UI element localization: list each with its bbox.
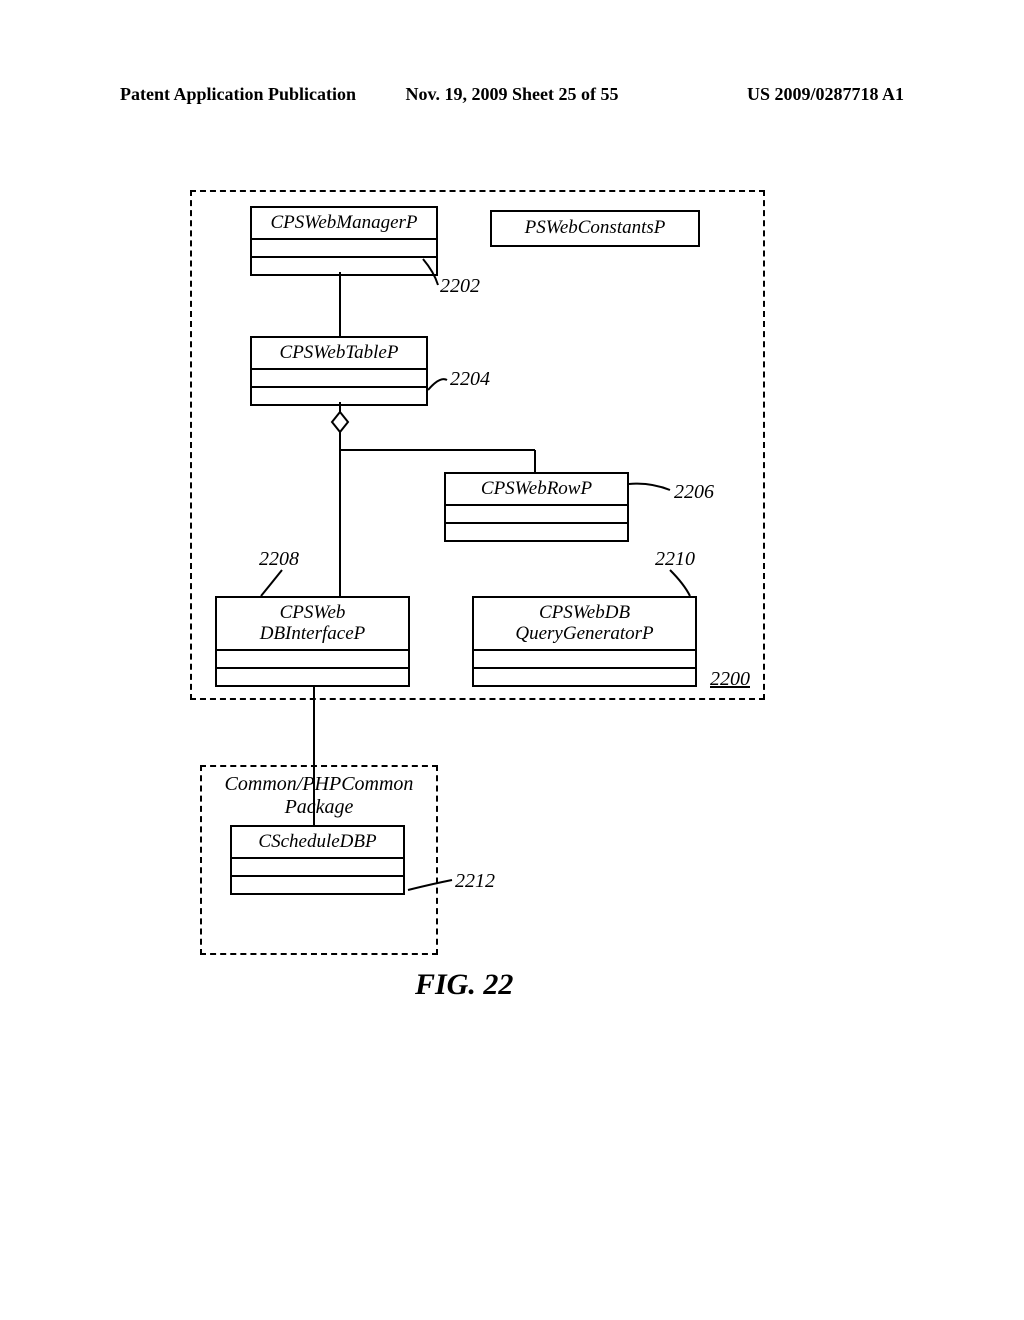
page: Patent Application Publication Nov. 19, … xyxy=(0,0,1024,1320)
figure-caption: FIG. 22 xyxy=(415,968,513,1002)
connectors-svg xyxy=(190,190,765,990)
header-right: US 2009/0287718 A1 xyxy=(747,84,904,105)
figure-diagram: 2200 Common/PHPCommon Package CPSWebMana… xyxy=(190,190,765,988)
